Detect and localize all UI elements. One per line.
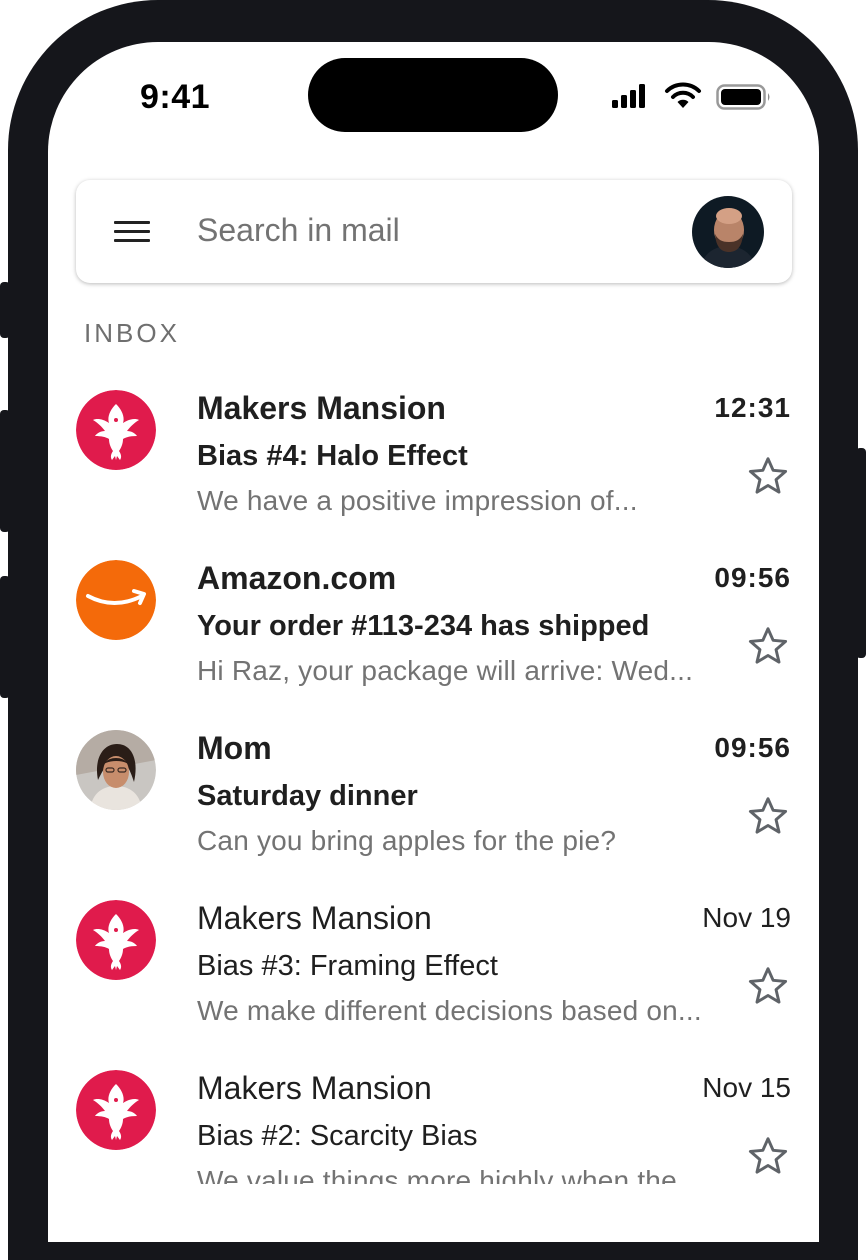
user-avatar[interactable] (692, 196, 764, 268)
email-sender: Makers Mansion (197, 1070, 432, 1106)
email-time: Nov 15 (702, 1072, 791, 1103)
email-snippet: We have a positive impression of... (197, 485, 638, 516)
email-sender: Amazon.com (197, 560, 397, 596)
email-time: 09:56 (714, 562, 791, 593)
phoenix-logo-avatar (76, 390, 156, 470)
dynamic-island (308, 58, 558, 132)
email-subject: Your order #113-234 has shipped (197, 610, 650, 642)
battery-icon (716, 84, 772, 110)
email-time: 09:56 (714, 732, 791, 763)
wifi-icon (664, 82, 702, 110)
email-row[interactable]: Mom 09:56 Saturday dinner Can you bring … (0, 710, 866, 880)
email-sender: Makers Mansion (197, 900, 432, 936)
phoenix-logo-avatar (76, 1070, 156, 1150)
email-snippet: Hi Raz, your package will arrive: Wed... (197, 655, 694, 686)
search-input[interactable]: Search in mail (197, 212, 400, 249)
email-sender: Mom (197, 730, 272, 766)
status-icons (610, 80, 775, 112)
email-time: Nov 19 (702, 902, 791, 933)
email-time: 12:31 (714, 392, 791, 423)
hamburger-menu-icon[interactable] (114, 221, 150, 243)
email-snippet: We value things more highly when the... (197, 1165, 701, 1184)
cellular-signal-icon (610, 84, 652, 108)
email-snippet: Can you bring apples for the pie? (197, 825, 617, 856)
search-bar[interactable]: Search in mail (76, 180, 792, 283)
email-row[interactable]: Makers Mansion Nov 19 Bias #3: Framing E… (0, 880, 866, 1050)
email-row[interactable]: Makers Mansion 12:31 Bias #4: Halo Effec… (0, 370, 866, 540)
email-sender: Makers Mansion (197, 390, 446, 426)
star-icon[interactable] (746, 454, 790, 498)
email-subject: Bias #2: Scarcity Bias (197, 1120, 478, 1152)
amazon-logo-avatar (76, 560, 156, 640)
email-subject: Bias #3: Framing Effect (197, 950, 498, 982)
inbox-label: INBOX (84, 318, 180, 348)
action-button (0, 282, 10, 338)
star-icon[interactable] (746, 1134, 790, 1178)
star-icon[interactable] (746, 964, 790, 1008)
email-subject: Saturday dinner (197, 780, 418, 812)
email-row[interactable]: Makers Mansion Nov 15 Bias #2: Scarcity … (0, 1050, 866, 1184)
email-subject: Bias #4: Halo Effect (197, 440, 468, 472)
email-row[interactable]: Amazon.com 09:56 Your order #113-234 has… (0, 540, 866, 710)
email-snippet: We make different decisions based on... (197, 995, 702, 1026)
phoenix-logo-avatar (76, 900, 156, 980)
star-icon[interactable] (746, 794, 790, 838)
status-time: 9:41 (140, 78, 211, 116)
star-icon[interactable] (746, 624, 790, 668)
contact-photo-avatar (76, 730, 156, 810)
